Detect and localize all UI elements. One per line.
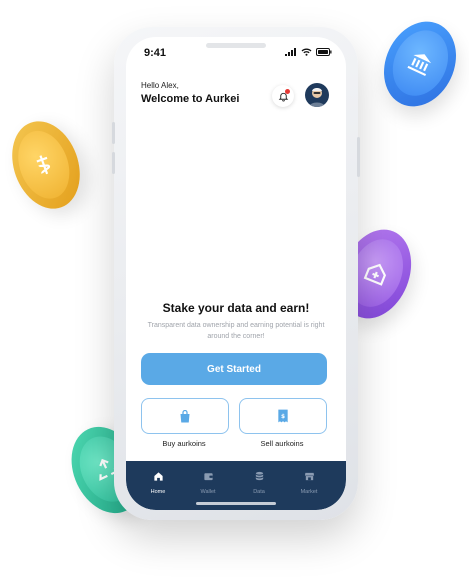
battery-icon: [316, 48, 332, 56]
svg-text:$: $: [281, 414, 285, 420]
avatar-person-icon: [309, 88, 325, 107]
app-screen: 9:41 Hello Alex, Welcome to Aurkei Stake…: [126, 37, 346, 510]
tab-label: Data: [253, 489, 265, 495]
shopping-bag-icon: [180, 409, 190, 422]
wifi-icon: [301, 48, 312, 56]
receipt-dollar-icon: $: [278, 409, 288, 423]
bank-building-icon: [382, 21, 459, 105]
tab-wallet[interactable]: Wallet: [188, 469, 228, 495]
home-indicator[interactable]: [196, 502, 276, 505]
medical-caduceus-icon: [9, 123, 79, 206]
tab-home[interactable]: Home: [138, 469, 178, 495]
sell-aurkoins-label: Sell aurkoins: [260, 439, 304, 448]
tab-market[interactable]: Market: [289, 469, 329, 495]
wallet-icon: [203, 473, 213, 481]
tab-label: Home: [150, 489, 166, 495]
greeting-text: Hello Alex,: [141, 81, 179, 90]
notification-badge-dot: [285, 89, 290, 94]
tab-label: Market: [300, 489, 318, 495]
notifications-button[interactable]: [272, 85, 294, 107]
tab-label: Wallet: [200, 489, 216, 495]
user-avatar[interactable]: [305, 83, 329, 107]
get-started-button[interactable]: Get Started: [141, 353, 327, 385]
home-icon: [153, 472, 163, 481]
bottom-tab-bar: Home Wallet Data Market: [126, 461, 346, 510]
buy-aurkoins-button[interactable]: [141, 398, 229, 434]
blue-coin-decoration: [370, 9, 469, 119]
speaker-notch: [206, 43, 266, 48]
gold-coin-decoration: [0, 111, 92, 219]
phone-volume-button: [112, 122, 115, 144]
store-icon: [304, 472, 314, 481]
status-icons: [285, 48, 332, 56]
phone-power-button: [357, 137, 360, 177]
buy-aurkoins-label: Buy aurkoins: [162, 439, 206, 448]
phone-volume-button: [112, 152, 115, 174]
hero-title: Stake your data and earn!: [162, 301, 310, 315]
status-time: 9:41: [144, 47, 167, 59]
cellular-signal-icon: [285, 48, 296, 56]
sell-aurkoins-button[interactable]: $: [239, 398, 327, 434]
phone-frame: 9:41 Hello Alex, Welcome to Aurkei Stake…: [112, 27, 360, 520]
tab-data[interactable]: Data: [239, 469, 279, 495]
status-bar: 9:41: [126, 37, 346, 67]
welcome-title: Welcome to Aurkei: [141, 93, 240, 105]
hero-subtitle: Transparent data ownership and earning p…: [147, 322, 325, 340]
database-icon: [255, 471, 263, 481]
